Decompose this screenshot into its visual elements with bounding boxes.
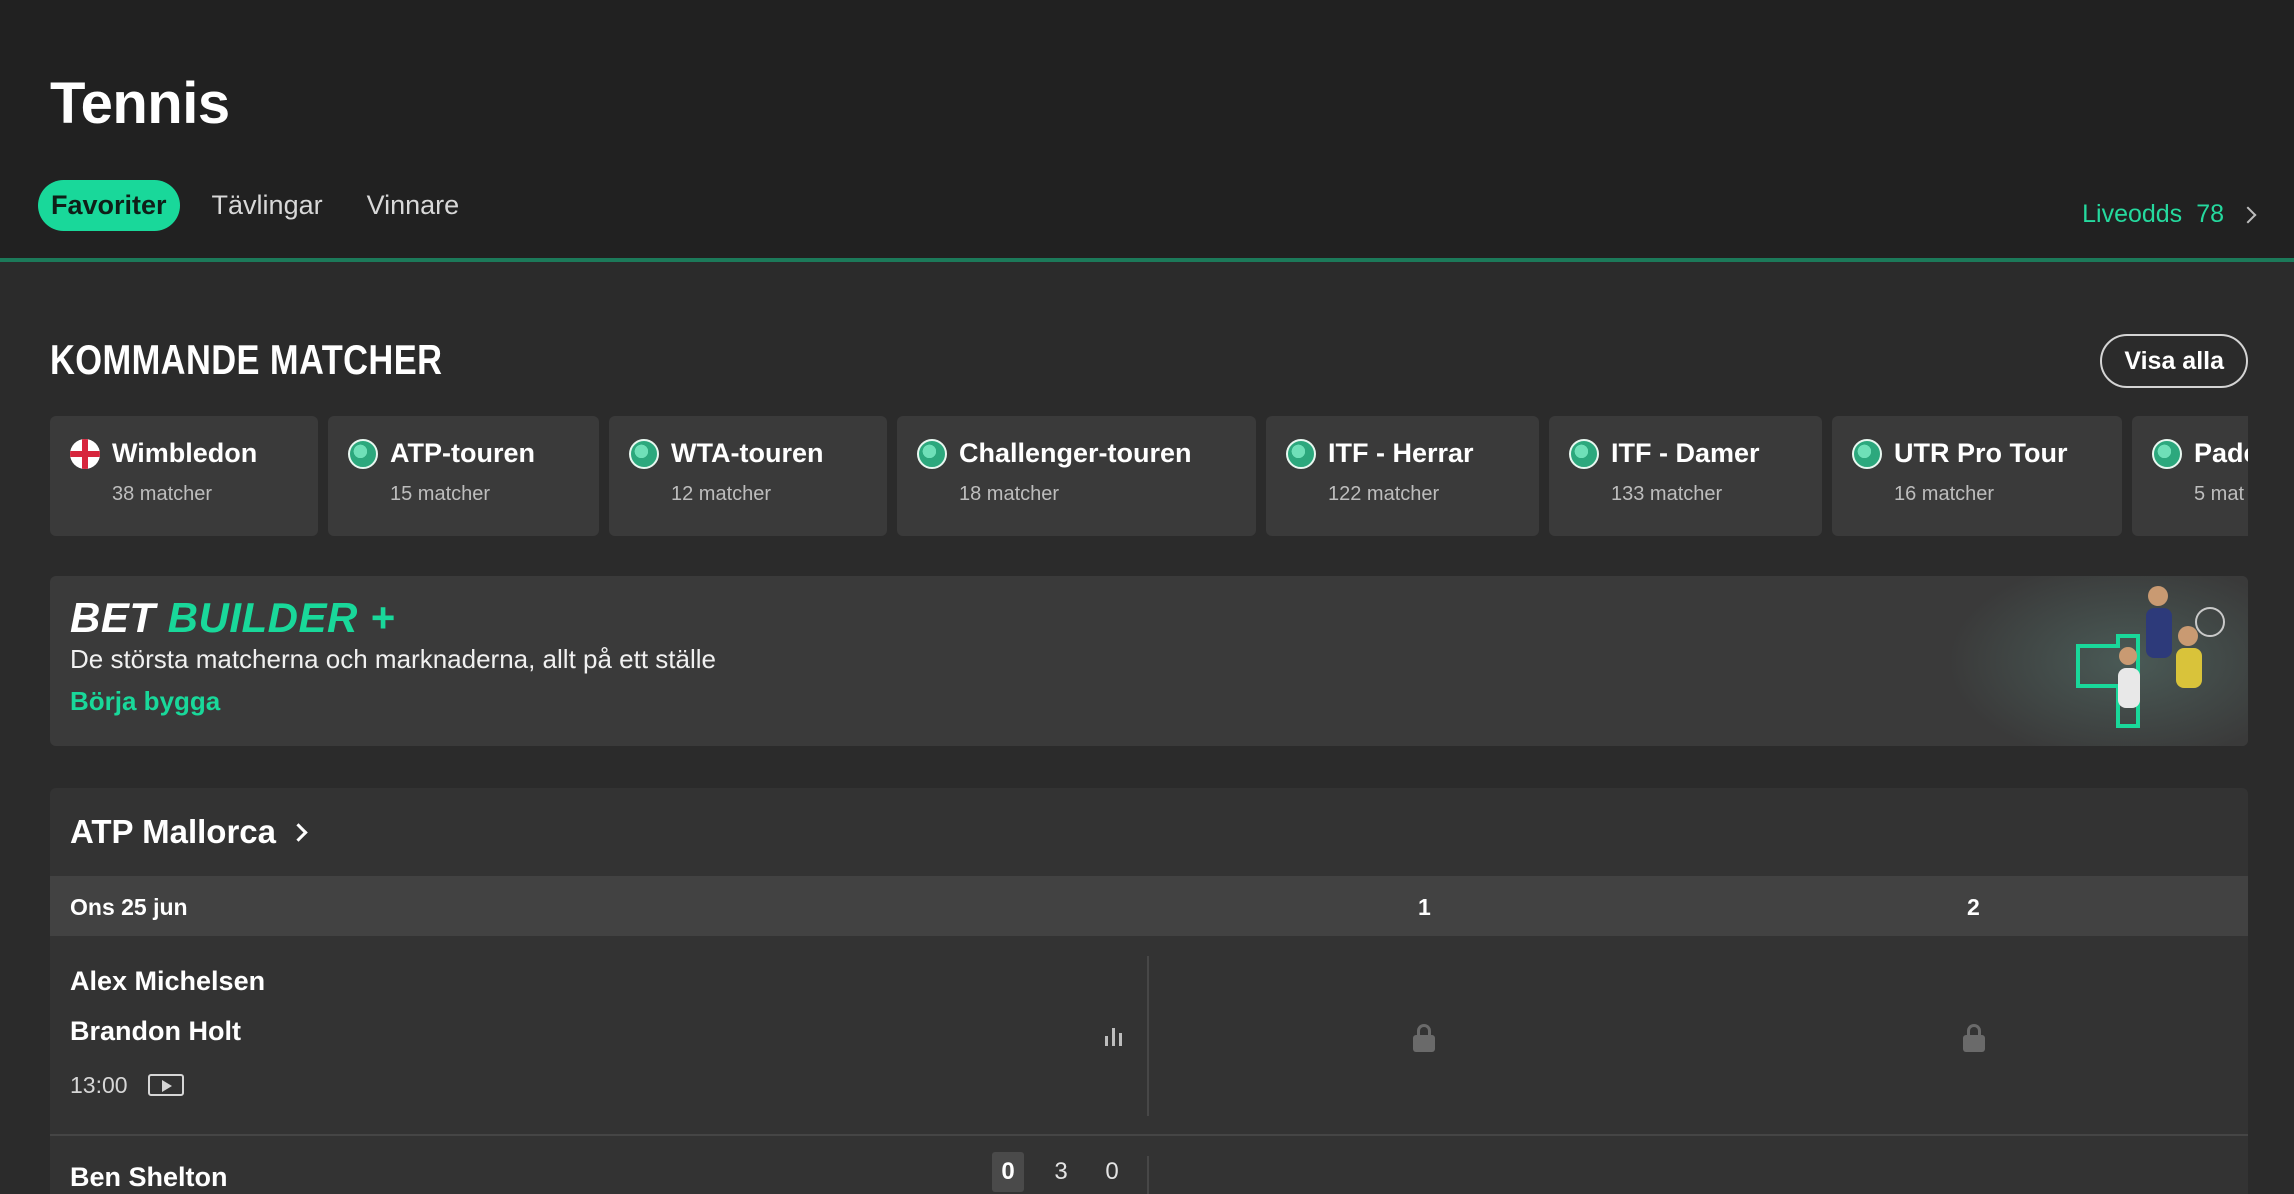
globe-icon — [917, 438, 947, 469]
set-score: 3 — [1054, 1158, 1068, 1185]
competition-card-itf-damer[interactable]: ITF - Damer 133 matcher — [1549, 416, 1822, 536]
column-divider — [1147, 956, 1149, 1116]
competition-card-itf-herrar[interactable]: ITF - Herrar 122 matcher — [1266, 416, 1539, 536]
liveodds-link[interactable]: Liveodds 78 — [2082, 200, 2257, 229]
competition-carousel: Wimbledon 38 matcher ATP-touren 15 match… — [50, 416, 2248, 536]
globe-icon — [629, 438, 659, 469]
competition-count: 18 matcher — [959, 483, 1060, 505]
competition-card-challenger[interactable]: Challenger-touren 18 matcher — [897, 416, 1256, 536]
competition-count: 5 mat — [2194, 483, 2245, 505]
player1-name: Ben Shelton — [70, 1162, 228, 1192]
player1-name: Alex Michelsen — [70, 966, 266, 996]
globe-icon — [1286, 438, 1316, 469]
match-row[interactable]: Alex Michelsen Brandon Holt 13:00 — [50, 936, 2248, 1136]
chevron-right-icon — [2239, 206, 2257, 223]
competition-card-atp[interactable]: ATP-touren 15 matcher — [328, 416, 599, 536]
competition-card-wta[interactable]: WTA-touren 12 matcher — [609, 416, 887, 536]
event-card: ATP Mallorca Ons 25 jun 1 2 Alex Michels… — [50, 788, 2248, 1194]
banner-title: BET BUILDER + — [70, 594, 395, 642]
england-flag-icon — [70, 438, 100, 469]
column-header-2: 2 — [1967, 894, 1980, 920]
column-header-1: 1 — [1418, 894, 1431, 920]
tab-vinnare[interactable]: Vinnare — [355, 180, 472, 231]
competition-count: 16 matcher — [1894, 483, 1995, 505]
header: Tennis Favoriter Tävlingar Vinnare Liveo… — [0, 0, 2294, 262]
competition-name: Pade — [2194, 438, 2248, 468]
competition-count: 133 matcher — [1611, 483, 1723, 505]
competition-card-padel[interactable]: Pade 5 mat — [2132, 416, 2248, 536]
live-stream-icon — [148, 1074, 184, 1096]
competition-count: 12 matcher — [671, 483, 772, 505]
date-header: Ons 25 jun 1 2 — [50, 876, 2248, 936]
competition-name: Challenger-touren — [959, 438, 1192, 468]
competition-name: Wimbledon — [112, 438, 258, 468]
banner-subtitle: De största matcherna och marknaderna, al… — [70, 644, 716, 674]
banner-cta-link[interactable]: Börja bygga — [70, 686, 220, 717]
banner-title-part1: BET — [70, 594, 156, 641]
chevron-right-icon — [289, 822, 308, 842]
page-title: Tennis — [50, 71, 230, 136]
set-score-current: 0 — [992, 1152, 1024, 1192]
column-divider — [1147, 1156, 1149, 1194]
competition-card-utr[interactable]: UTR Pro Tour 16 matcher — [1832, 416, 2122, 536]
tab-tavlingar[interactable]: Tävlingar — [200, 180, 335, 231]
liveodds-count: 78 — [2196, 200, 2224, 228]
competition-name: UTR Pro Tour — [1894, 438, 2068, 468]
player2-name: Brandon Holt — [70, 1016, 241, 1046]
lock-icon — [1412, 1024, 1436, 1052]
section-title: KOMMANDE MATCHER — [50, 336, 443, 383]
stats-icon[interactable] — [1102, 1024, 1126, 1048]
globe-icon — [1852, 438, 1882, 469]
tab-favoriter[interactable]: Favoriter — [38, 180, 180, 231]
globe-icon — [2152, 438, 2182, 469]
globe-icon — [348, 438, 378, 469]
date-label: Ons 25 jun — [70, 894, 188, 920]
competition-count: 15 matcher — [390, 483, 491, 505]
competition-name: WTA-touren — [671, 438, 824, 468]
competition-card-wimbledon[interactable]: Wimbledon 38 matcher — [50, 416, 318, 536]
tennis-players-illustration — [1948, 576, 2248, 746]
bet-builder-banner[interactable]: BET BUILDER + De största matcherna och m… — [50, 576, 2248, 746]
view-all-button[interactable]: Visa alla — [2100, 334, 2248, 388]
competition-count: 122 matcher — [1328, 483, 1440, 505]
event-header-link[interactable]: ATP Mallorca — [50, 788, 2248, 876]
tab-bar: Favoriter Tävlingar Vinnare — [38, 180, 471, 231]
set-score: 0 — [1105, 1158, 1119, 1185]
banner-title-part2: BUILDER + — [167, 594, 396, 641]
match-time: 13:00 — [70, 1072, 128, 1098]
competition-count: 38 matcher — [112, 483, 213, 505]
event-title: ATP Mallorca — [70, 813, 277, 850]
globe-icon — [1569, 438, 1599, 469]
competition-name: ITF - Damer — [1611, 438, 1760, 468]
match-row[interactable]: Ben Shelton 0 3 0 — [50, 1136, 2248, 1194]
competition-name: ATP-touren — [390, 438, 535, 468]
liveodds-label: Liveodds — [2082, 200, 2183, 228]
lock-icon — [1962, 1024, 1986, 1052]
competition-name: ITF - Herrar — [1328, 438, 1474, 468]
